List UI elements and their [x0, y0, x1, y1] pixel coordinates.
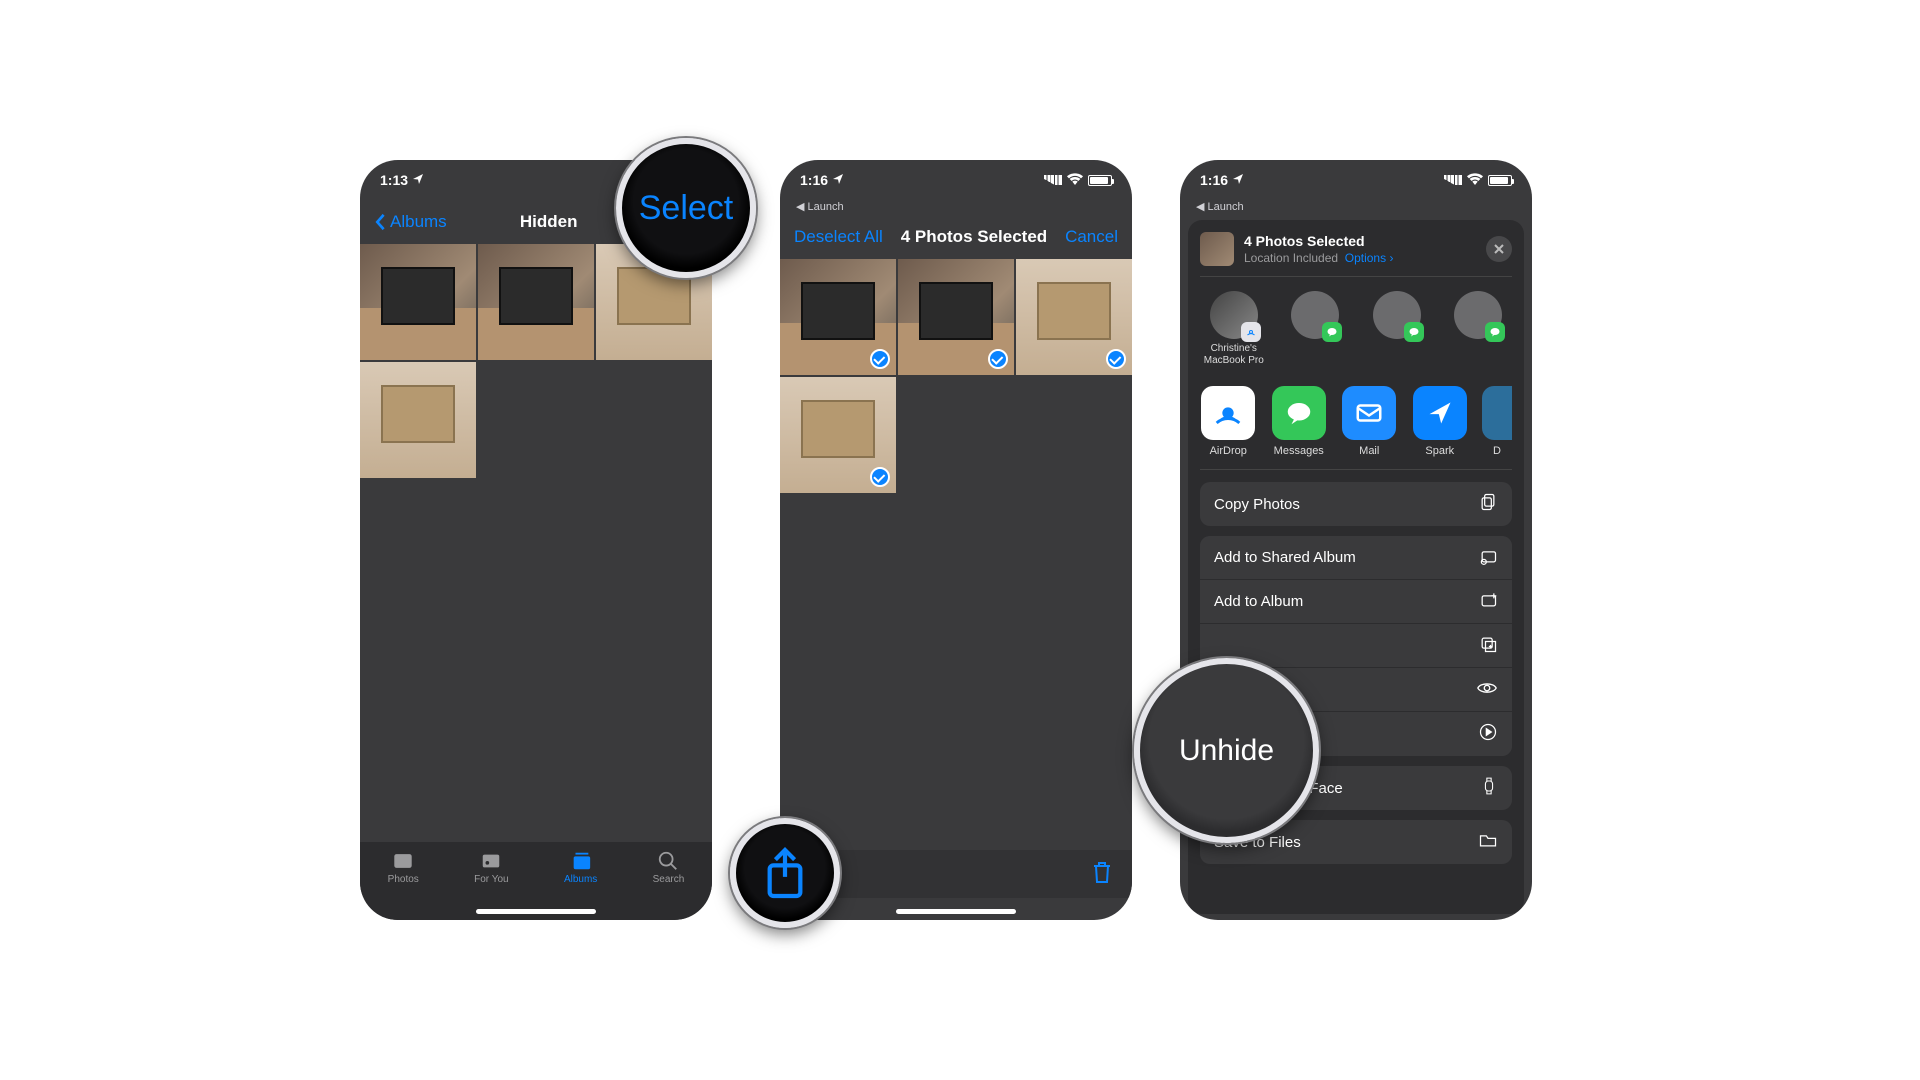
- photo-grid: [780, 259, 1132, 493]
- copy-icon: [1478, 492, 1498, 516]
- tab-photos[interactable]: Photos: [388, 850, 419, 885]
- photo-thumbnail[interactable]: [360, 362, 476, 478]
- tab-bar: Photos For You Albums Search: [360, 842, 712, 920]
- signal-icon: [1044, 175, 1062, 185]
- duplicate-icon: [1478, 634, 1498, 658]
- eye-icon: [1476, 677, 1498, 703]
- chevron-right-icon: ›: [1389, 251, 1393, 265]
- app-airdrop[interactable]: AirDrop: [1200, 386, 1257, 457]
- callout-select: Select: [616, 138, 756, 278]
- photo-thumbnail[interactable]: [780, 377, 896, 493]
- screen-selection-mode: 1:16 ◀ Launch Deselect All 4 Photos Sele…: [780, 160, 1132, 920]
- app-more[interactable]: D: [1482, 386, 1512, 457]
- tab-search[interactable]: Search: [653, 850, 685, 885]
- screen-hidden-album: 1:13 Albums Hidden Select: [360, 160, 712, 920]
- contact-item[interactable]: Christine's MacBook Pro: [1200, 291, 1268, 366]
- share-subtitle: Location Included Options ›: [1244, 251, 1393, 265]
- wifi-icon: [1467, 172, 1483, 188]
- photo-thumbnail[interactable]: [780, 259, 896, 375]
- app-mail[interactable]: Mail: [1341, 386, 1398, 457]
- selected-check-icon: [988, 349, 1008, 369]
- callout-share: [730, 818, 840, 928]
- status-bar: 1:16: [1180, 160, 1532, 200]
- wifi-icon: [1067, 172, 1083, 188]
- contact-item[interactable]: [1363, 291, 1431, 366]
- back-albums-button[interactable]: Albums: [374, 212, 447, 232]
- selection-count: 4 Photos Selected: [901, 227, 1047, 247]
- header-thumbnail: [1200, 232, 1234, 266]
- action-add-shared-album[interactable]: Add to Shared Album: [1200, 536, 1512, 580]
- status-bar: 1:16: [780, 160, 1132, 200]
- selected-check-icon: [870, 349, 890, 369]
- airdrop-badge-icon: [1241, 322, 1261, 342]
- photo-thumbnail[interactable]: [360, 244, 476, 360]
- selected-check-icon: [870, 467, 890, 487]
- home-indicator[interactable]: [476, 909, 596, 914]
- nav-bar: Deselect All 4 Photos Selected Cancel: [780, 215, 1132, 259]
- trash-button[interactable]: [1090, 858, 1114, 891]
- messages-badge-icon: [1322, 322, 1342, 342]
- tab-albums[interactable]: Albums: [564, 850, 597, 885]
- signal-icon: [1444, 175, 1462, 185]
- location-icon: [832, 172, 844, 188]
- status-time: 1:16: [1200, 172, 1228, 188]
- back-to-app[interactable]: ◀ Launch: [780, 200, 1132, 215]
- folder-icon: [1478, 831, 1498, 853]
- callout-unhide: Unhide: [1134, 658, 1319, 843]
- messages-badge-icon: [1404, 322, 1424, 342]
- shared-album-icon: [1478, 546, 1498, 570]
- messages-badge-icon: [1485, 322, 1505, 342]
- close-button[interactable]: [1486, 236, 1512, 262]
- page-title: Hidden: [520, 212, 578, 232]
- options-link[interactable]: Options: [1345, 251, 1386, 265]
- cancel-button[interactable]: Cancel: [1065, 227, 1118, 247]
- location-icon: [412, 172, 424, 188]
- selected-check-icon: [1106, 349, 1126, 369]
- photo-thumbnail[interactable]: [478, 244, 594, 360]
- app-spark[interactable]: Spark: [1412, 386, 1469, 457]
- airdrop-contacts-row[interactable]: Christine's MacBook Pro: [1200, 277, 1512, 380]
- back-to-app[interactable]: ◀ Launch: [1180, 200, 1532, 215]
- status-time: 1:16: [800, 172, 828, 188]
- watch-icon: [1480, 776, 1498, 800]
- share-apps-row[interactable]: AirDrop Messages Mail: [1200, 380, 1512, 470]
- photo-grid: [360, 244, 712, 478]
- deselect-all-button[interactable]: Deselect All: [794, 227, 883, 247]
- tutorial-three-panel: 1:13 Albums Hidden Select: [220, 130, 1700, 950]
- home-indicator[interactable]: [896, 909, 1016, 914]
- play-icon: [1478, 722, 1498, 746]
- battery-icon: [1088, 175, 1112, 186]
- photo-thumbnail[interactable]: [1016, 259, 1132, 375]
- add-album-icon: [1478, 590, 1498, 614]
- share-title: 4 Photos Selected: [1244, 233, 1393, 249]
- contact-item[interactable]: [1445, 291, 1513, 366]
- app-messages[interactable]: Messages: [1271, 386, 1328, 457]
- action-add-to-album[interactable]: Add to Album: [1200, 580, 1512, 624]
- share-sheet-header: 4 Photos Selected Location Included Opti…: [1200, 232, 1512, 277]
- status-time: 1:13: [380, 172, 408, 188]
- contact-item[interactable]: [1282, 291, 1350, 366]
- action-copy-photos[interactable]: Copy Photos: [1200, 482, 1512, 526]
- tab-for-you[interactable]: For You: [474, 850, 508, 885]
- battery-icon: [1488, 175, 1512, 186]
- location-icon: [1232, 172, 1244, 188]
- photo-thumbnail[interactable]: [898, 259, 1014, 375]
